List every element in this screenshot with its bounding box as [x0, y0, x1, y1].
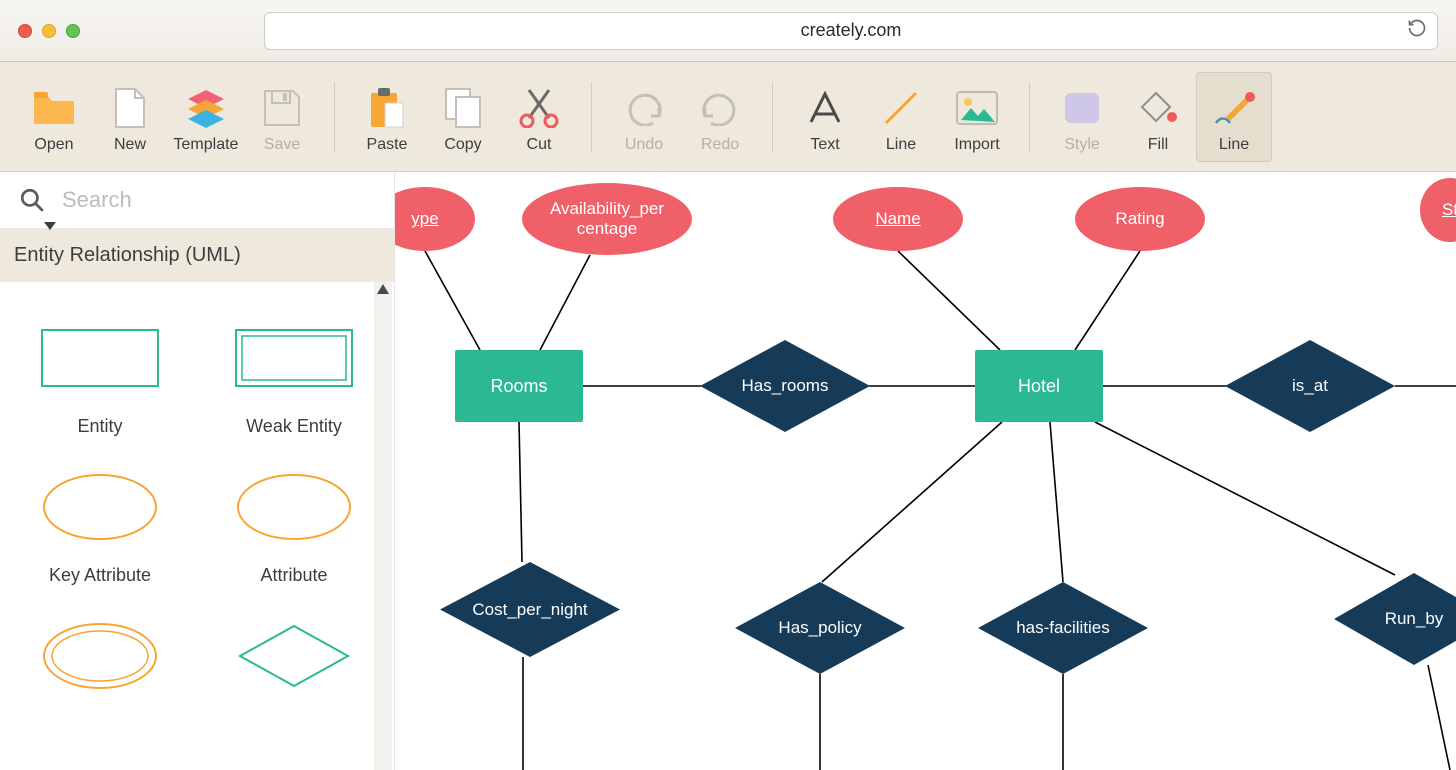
library-title-text: Entity Relationship (UML): [14, 244, 241, 267]
window-controls: [18, 24, 80, 38]
import-icon: [955, 86, 999, 130]
line-style-label: Line: [1219, 136, 1249, 154]
redo-button[interactable]: Redo: [682, 72, 758, 162]
paste-button[interactable]: Paste: [349, 72, 425, 162]
search-row: [0, 172, 394, 228]
shape-weak-entity[interactable]: Weak Entity: [202, 318, 386, 437]
undo-label: Undo: [625, 136, 663, 154]
text-button[interactable]: Text: [787, 72, 863, 162]
copy-label: Copy: [444, 136, 481, 154]
line-icon: [879, 86, 923, 130]
shape-attribute[interactable]: Attribute: [202, 467, 386, 586]
relationship-has_policy[interactable]: Has_policy: [735, 582, 905, 674]
cut-label: Cut: [527, 136, 552, 154]
new-label: New: [114, 136, 146, 154]
open-button[interactable]: Open: [16, 72, 92, 162]
relationship-cost[interactable]: Cost_per_night: [440, 562, 620, 657]
shape-palette: Entity Weak Entity Key Attribute Attribu…: [0, 282, 394, 724]
style-icon: [1060, 86, 1104, 130]
relationship-is_at[interactable]: is_at: [1225, 340, 1395, 432]
undo-icon: [622, 86, 666, 130]
attribute-name[interactable]: Name: [833, 187, 963, 251]
style-label: Style: [1064, 136, 1100, 154]
attribute-rating[interactable]: Rating: [1075, 187, 1205, 251]
save-button[interactable]: Save: [244, 72, 320, 162]
relationship-has_rooms[interactable]: Has_rooms: [700, 340, 870, 432]
attribute-type[interactable]: ype: [395, 187, 475, 251]
line-tool-button[interactable]: Line: [863, 72, 939, 162]
shape-key-attribute[interactable]: Key Attribute: [8, 467, 192, 586]
text-label: Text: [810, 136, 839, 154]
minimize-window-button[interactable]: [42, 24, 56, 38]
reload-icon[interactable]: [1407, 18, 1427, 43]
toolbar-separator: [772, 82, 773, 152]
pencil-line-icon: [1212, 86, 1256, 130]
shape-relationship[interactable]: [202, 616, 386, 714]
close-window-button[interactable]: [18, 24, 32, 38]
relationship-run_by[interactable]: Run_by: [1334, 573, 1456, 665]
line-tool-label: Line: [886, 136, 916, 154]
style-button[interactable]: Style: [1044, 72, 1120, 162]
shape-label: Weak Entity: [246, 416, 342, 437]
save-icon: [260, 86, 304, 130]
shape-label: Entity: [77, 416, 122, 437]
copy-icon: [441, 86, 485, 130]
attribute-avail[interactable]: Availability_per centage: [522, 183, 692, 255]
redo-label: Redo: [701, 136, 739, 154]
line-style-button[interactable]: Line: [1196, 72, 1272, 162]
shape-multi-attribute[interactable]: [8, 616, 192, 714]
shape-label: Attribute: [260, 565, 327, 586]
undo-button[interactable]: Undo: [606, 72, 682, 162]
paste-label: Paste: [367, 136, 408, 154]
cut-button[interactable]: Cut: [501, 72, 577, 162]
fill-icon: [1136, 86, 1180, 130]
sidebar: Entity Relationship (UML) Entity Weak En…: [0, 172, 395, 770]
new-button[interactable]: New: [92, 72, 168, 162]
scroll-up-icon[interactable]: [377, 284, 389, 294]
shape-label: Key Attribute: [49, 565, 151, 586]
template-button[interactable]: Template: [168, 72, 244, 162]
redo-icon: [698, 86, 742, 130]
entity-hotel[interactable]: Hotel: [975, 350, 1103, 422]
template-label: Template: [174, 136, 239, 154]
fill-label: Fill: [1148, 136, 1168, 154]
save-label: Save: [264, 136, 300, 154]
fill-button[interactable]: Fill: [1120, 72, 1196, 162]
diagram-canvas[interactable]: Rooms Hotel ype Availability_per centage Nam…: [395, 172, 1456, 770]
maximize-window-button[interactable]: [66, 24, 80, 38]
search-input[interactable]: [62, 187, 382, 213]
toolbar-separator: [591, 82, 592, 152]
text-icon: [803, 86, 847, 130]
shape-entity[interactable]: Entity: [8, 318, 192, 437]
dropdown-caret-icon[interactable]: [44, 222, 56, 230]
open-label: Open: [34, 136, 73, 154]
browser-chrome: creately.com: [0, 0, 1456, 62]
relationship-has_fac[interactable]: has-facilities: [978, 582, 1148, 674]
address-bar[interactable]: creately.com: [264, 12, 1438, 50]
main-area: Entity Relationship (UML) Entity Weak En…: [0, 172, 1456, 770]
library-title[interactable]: Entity Relationship (UML): [0, 228, 394, 282]
toolbar-separator: [1029, 82, 1030, 152]
scrollbar[interactable]: [374, 282, 392, 770]
toolbar: Open New Template Save Paste: [0, 62, 1456, 172]
paste-icon: [365, 86, 409, 130]
import-button[interactable]: Import: [939, 72, 1015, 162]
copy-button[interactable]: Copy: [425, 72, 501, 162]
folder-icon: [32, 86, 76, 130]
entity-rooms[interactable]: Rooms: [455, 350, 583, 422]
search-icon[interactable]: [12, 187, 52, 213]
file-icon: [108, 86, 152, 130]
import-label: Import: [954, 136, 999, 154]
address-url: creately.com: [801, 20, 902, 41]
toolbar-separator: [334, 82, 335, 152]
template-icon: [184, 86, 228, 130]
cut-icon: [517, 86, 561, 130]
connectors-layer: [395, 172, 1456, 770]
attribute-st[interactable]: St: [1420, 178, 1456, 242]
